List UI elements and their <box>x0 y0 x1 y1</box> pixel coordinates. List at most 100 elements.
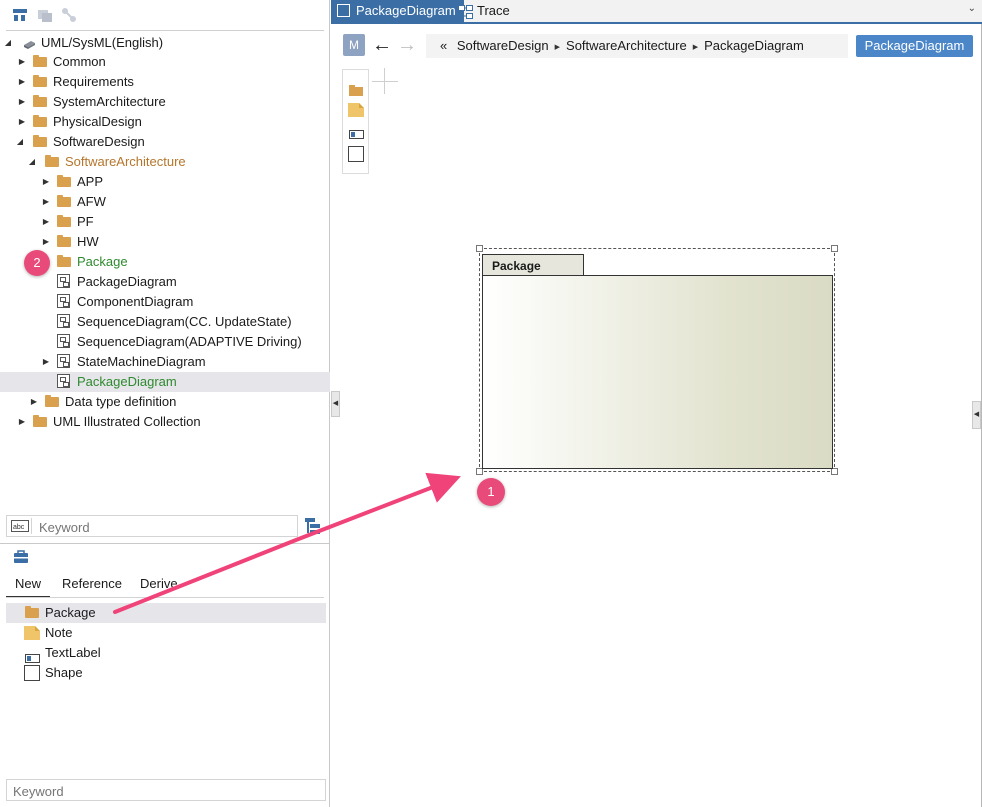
chevron-right-icon[interactable]: ▶ <box>41 232 51 252</box>
tab-label: PackageDiagram <box>356 3 456 18</box>
palette-package-icon[interactable] <box>349 84 363 99</box>
new-item-label: Note <box>45 625 73 640</box>
forward-arrow-icon[interactable]: → <box>397 32 417 58</box>
folder-icon <box>45 395 59 407</box>
new-item-label: TextLabel <box>45 645 101 660</box>
chevron-down-icon[interactable]: ⌄ <box>968 3 976 14</box>
tree-item-label: SequenceDiagram(CC. UpdateState) <box>77 314 292 329</box>
chevron-right-icon[interactable]: ▶ <box>17 112 27 132</box>
package-diagram-icon <box>337 4 350 17</box>
toolbox-search-input[interactable] <box>11 782 315 800</box>
tree-item-softwaredesign[interactable]: ◢ SoftwareDesign <box>0 132 330 152</box>
package-diagram-icon <box>57 374 70 388</box>
tree-item-label: SoftwareArchitecture <box>65 154 186 169</box>
tree-item-packagediagram[interactable]: PackageDiagram <box>0 272 330 292</box>
tree-item-label: APP <box>77 174 104 189</box>
document-tab-bar: PackageDiagram Trace ⌄ <box>331 0 982 24</box>
divider <box>31 518 32 534</box>
chevron-down-icon[interactable]: ◢ <box>15 132 25 152</box>
chevron-down-icon[interactable]: ◢ <box>27 152 37 172</box>
tree-item-label: UML Illustrated Collection <box>53 414 201 429</box>
tree-item-packagediagram-selected[interactable]: PackageDiagram <box>0 372 330 392</box>
chevron-right-icon[interactable]: ▶ <box>29 392 39 412</box>
breadcrumb-item[interactable]: PackageDiagram <box>704 38 804 53</box>
tree-item-componentdiagram[interactable]: ComponentDiagram <box>0 292 330 312</box>
tree-item-physicaldesign[interactable]: ▶ PhysicalDesign <box>0 112 330 132</box>
new-item-shape[interactable]: Shape <box>6 663 326 683</box>
folder-icon <box>57 215 71 227</box>
chevron-right-icon[interactable]: ▶ <box>41 352 51 372</box>
divider <box>0 543 330 544</box>
chevron-right-icon[interactable]: ▶ <box>17 92 27 112</box>
new-item-package[interactable]: Package <box>6 603 326 623</box>
list-view-icon[interactable] <box>37 7 53 23</box>
tree-item-label: SoftwareDesign <box>53 134 145 149</box>
tab-packagediagram[interactable]: PackageDiagram <box>331 0 464 22</box>
filter-icon[interactable] <box>304 517 322 538</box>
breadcrumb-expand-icon[interactable]: « <box>440 38 447 53</box>
new-item-textlabel[interactable]: TextLabel <box>6 643 326 663</box>
tree-item-label: AFW <box>77 194 106 209</box>
chevron-down-icon[interactable]: ◢ <box>3 33 13 53</box>
step-badge-2: 2 <box>24 250 50 276</box>
collapse-right-icon[interactable]: ◀ <box>972 401 981 429</box>
tree-item-umlillustratedcollection[interactable]: ▶ UML Illustrated Collection <box>0 412 330 432</box>
collapse-left-icon[interactable]: ◀ <box>331 391 340 417</box>
package-element-name[interactable]: Package <box>482 254 584 276</box>
resize-handle[interactable] <box>831 468 838 475</box>
chevron-right-icon[interactable]: ▶ <box>41 212 51 232</box>
tree-item-label: SequenceDiagram(ADAPTIVE Driving) <box>77 334 302 349</box>
tree-search-input[interactable] <box>37 518 296 536</box>
tree-item-sequencediagram-cc[interactable]: SequenceDiagram(CC. UpdateState) <box>0 312 330 332</box>
tree-item-app[interactable]: ▶ APP <box>0 172 330 192</box>
tab-new[interactable]: New <box>6 576 50 598</box>
divider <box>6 597 324 598</box>
folder-icon <box>33 95 47 107</box>
diagram-name-button[interactable]: PackageDiagram <box>856 35 973 57</box>
relation-view-icon[interactable] <box>61 7 77 23</box>
chevron-right-icon[interactable]: ▶ <box>41 172 51 192</box>
resize-handle[interactable] <box>831 245 838 252</box>
mode-button[interactable]: M <box>343 34 365 56</box>
back-arrow-icon[interactable]: ← <box>372 32 392 58</box>
tab-label: Trace <box>477 3 510 18</box>
tree-item-label: PackageDiagram <box>77 274 177 289</box>
new-item-note[interactable]: Note <box>6 623 326 643</box>
palette-shape-icon[interactable] <box>348 146 364 162</box>
crosshair-icon <box>372 81 398 82</box>
resize-handle[interactable] <box>476 468 483 475</box>
tree-item-softwarearchitecture[interactable]: ◢ SoftwareArchitecture <box>0 152 330 172</box>
tree-item-datatypedefinition[interactable]: ▶ Data type definition <box>0 392 330 412</box>
folder-icon <box>25 606 39 618</box>
tree-item-label: PackageDiagram <box>77 374 177 389</box>
package-element-body[interactable] <box>482 275 833 469</box>
folder-icon <box>57 255 71 267</box>
palette-note-icon[interactable] <box>348 103 364 120</box>
palette-text-label-icon[interactable] <box>349 127 364 142</box>
chevron-right-icon[interactable]: ▶ <box>41 192 51 212</box>
tree-search-box: abc <box>6 515 298 537</box>
tree-item-systemarchitecture[interactable]: ▶ SystemArchitecture <box>0 92 330 112</box>
resize-handle[interactable] <box>476 245 483 252</box>
step-badge-1: 1 <box>477 478 505 506</box>
breadcrumb-item[interactable]: SoftwareDesign <box>457 38 549 53</box>
tree-item-root[interactable]: ◢ UML/SysML(English) <box>0 33 330 53</box>
chevron-right-icon[interactable]: ▶ <box>17 412 27 432</box>
tree-item-hw[interactable]: ▶ HW <box>0 232 330 252</box>
folder-icon <box>57 235 71 247</box>
tree-item-common[interactable]: ▶ Common <box>0 52 330 72</box>
tree-view-icon[interactable] <box>12 7 28 23</box>
breadcrumb-item[interactable]: SoftwareArchitecture <box>566 38 687 53</box>
tab-reference[interactable]: Reference <box>62 576 122 596</box>
palette <box>342 69 369 174</box>
search-type-icon[interactable]: abc <box>11 520 29 535</box>
tab-trace[interactable]: Trace <box>452 0 518 22</box>
tree-item-sequencediagram-adaptive[interactable]: SequenceDiagram(ADAPTIVE Driving) <box>0 332 330 352</box>
tree-item-requirements[interactable]: ▶ Requirements <box>0 72 330 92</box>
chevron-right-icon[interactable]: ▶ <box>17 52 27 72</box>
tree-item-pf[interactable]: ▶ PF <box>0 212 330 232</box>
tab-derive[interactable]: Derive <box>140 576 178 596</box>
tree-item-afw[interactable]: ▶ AFW <box>0 192 330 212</box>
chevron-right-icon[interactable]: ▶ <box>17 72 27 92</box>
tree-item-statemachinediagram[interactable]: ▶ StateMachineDiagram <box>0 352 330 372</box>
